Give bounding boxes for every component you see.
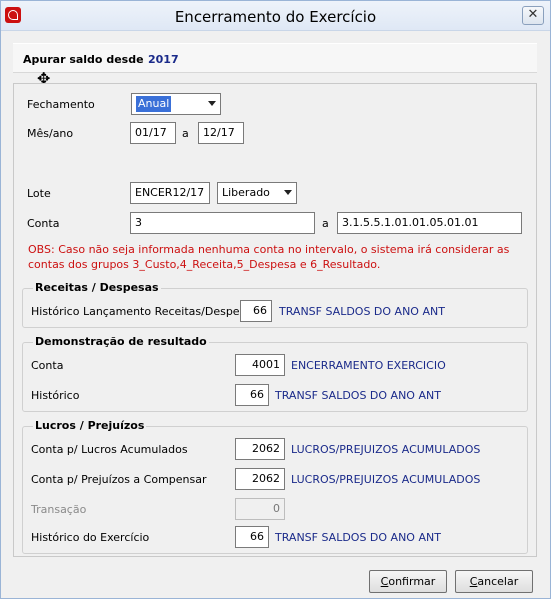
apurar-saldo-year: 2017 <box>148 53 179 66</box>
prejuizos-compensar-desc: LUCROS/PREJUIZOS ACUMULADOS <box>291 473 481 486</box>
title-bar: Encerramento do Exercício ✕ <box>1 1 550 31</box>
demonstracao-resultado-group: Demonstração de resultado Conta 4001 ENC… <box>22 335 528 412</box>
fechamento-label: Fechamento <box>27 98 95 111</box>
receitas-despesas-title: Receitas / Despesas <box>33 281 161 294</box>
mes-ano-from-input[interactable]: 01/17 <box>130 122 176 144</box>
historico-receitas-desc: TRANSF SALDOS DO ANO ANT <box>279 305 445 318</box>
historico-receitas-label: Histórico Lançamento Receitas/Despesas <box>31 305 258 318</box>
apurar-saldo-label: Apurar saldo desde <box>23 53 144 66</box>
transacao-label: Transação <box>31 503 87 516</box>
main-form-panel: Fechamento Anual Mês/ano 01/17 a 12/17 L… <box>13 83 537 557</box>
header-panel: Apurar saldo desde 2017 <box>13 43 537 73</box>
confirmar-label: onfirmar <box>388 575 436 588</box>
prejuizos-compensar-input[interactable]: 2062 <box>235 468 285 490</box>
confirmar-button[interactable]: Confirmar <box>369 570 447 593</box>
window-title: Encerramento do Exercício <box>174 8 377 26</box>
demonstracao-historico-input[interactable]: 66 <box>235 384 269 406</box>
conta-to-input[interactable]: 3.1.5.5.1.01.01.05.01.01 <box>337 212 522 234</box>
lucros-acumulados-desc: LUCROS/PREJUIZOS ACUMULADOS <box>291 443 481 456</box>
lote-status-select[interactable]: Liberado <box>217 182 297 204</box>
mes-ano-to-input[interactable]: 12/17 <box>198 122 244 144</box>
historico-exercicio-label: Histórico do Exercício <box>31 531 150 544</box>
demonstracao-historico-label: Histórico <box>31 389 80 402</box>
close-button[interactable]: ✕ <box>522 6 544 25</box>
lucros-prejuizos-group: Lucros / Prejuízos Conta p/ Lucros Acumu… <box>22 419 528 554</box>
lucros-prejuizos-title: Lucros / Prejuízos <box>33 419 147 432</box>
demonstracao-conta-label: Conta <box>31 359 64 372</box>
fechamento-select[interactable]: Anual <box>131 93 221 115</box>
lote-input[interactable]: ENCER12/17 <box>130 182 210 204</box>
transacao-input: 0 <box>235 498 285 520</box>
prejuizos-compensar-label: Conta p/ Prejuízos a Compensar <box>31 473 207 486</box>
demonstracao-conta-input[interactable]: 4001 <box>235 354 285 376</box>
historico-exercicio-input[interactable]: 66 <box>235 526 269 548</box>
historico-exercicio-desc: TRANSF SALDOS DO ANO ANT <box>275 531 441 544</box>
chevron-down-icon <box>284 190 292 195</box>
conta-from-input[interactable]: 3 <box>130 212 315 234</box>
lucros-acumulados-label: Conta p/ Lucros Acumulados <box>31 443 188 456</box>
historico-receitas-input[interactable]: 66 <box>240 300 272 322</box>
mes-ano-separator: a <box>182 127 189 140</box>
cancelar-button[interactable]: Cancelar <box>455 570 533 593</box>
lote-status-value: Liberado <box>222 186 270 199</box>
fechamento-value: Anual <box>136 96 172 112</box>
mes-ano-label: Mês/ano <box>27 127 74 140</box>
demonstracao-historico-desc: TRANSF SALDOS DO ANO ANT <box>275 389 441 402</box>
obs-warning-text: OBS: Caso não seja informada nenhuma con… <box>28 243 510 271</box>
conta-label: Conta <box>27 217 60 230</box>
demonstracao-conta-desc: ENCERRAMENTO EXERCICIO <box>291 359 446 372</box>
demonstracao-resultado-title: Demonstração de resultado <box>33 335 209 348</box>
chevron-down-icon <box>208 101 216 106</box>
lote-label: Lote <box>27 187 51 200</box>
receitas-despesas-group: Receitas / Despesas Histórico Lançamento… <box>22 281 528 328</box>
lucros-acumulados-input[interactable]: 2062 <box>235 438 285 460</box>
dialog-window: Encerramento do Exercício ✕ Apurar saldo… <box>0 0 551 599</box>
cancelar-label: ancelar <box>477 575 519 588</box>
conta-separator: a <box>322 217 329 230</box>
